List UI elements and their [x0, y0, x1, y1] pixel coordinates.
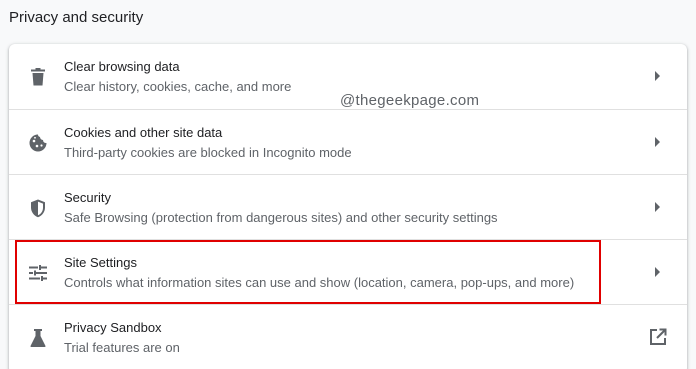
- trash-icon: [27, 66, 49, 88]
- row-label: Cookies and other site data: [64, 125, 223, 140]
- site-settings-row[interactable]: Site Settings Controls what information …: [9, 239, 687, 304]
- sliders-icon: [27, 262, 49, 284]
- row-label: Privacy Sandbox: [64, 320, 162, 335]
- shield-icon: [27, 197, 49, 219]
- chevron-right-icon: [652, 136, 664, 148]
- cookies-row[interactable]: Cookies and other site data Third-party …: [9, 109, 687, 174]
- row-label: Site Settings: [64, 255, 137, 270]
- security-row[interactable]: Security Safe Browsing (protection from …: [9, 174, 687, 239]
- row-label: Security: [64, 190, 111, 205]
- row-description: Controls what information sites can use …: [64, 275, 575, 290]
- chevron-right-icon: [652, 266, 664, 278]
- privacy-sandbox-row[interactable]: Privacy Sandbox Trial features are on: [9, 304, 687, 369]
- chevron-right-icon: [652, 201, 664, 213]
- section-title: Privacy and security: [9, 9, 144, 26]
- row-label: Clear browsing data: [64, 59, 180, 74]
- chevron-right-icon: [652, 70, 664, 82]
- watermark-text: @thegeekpage.com: [340, 92, 480, 109]
- cookie-icon: [27, 132, 49, 154]
- row-description: Trial features are on: [64, 340, 180, 355]
- row-description: Clear history, cookies, cache, and more: [64, 79, 292, 94]
- row-description: Safe Browsing (protection from dangerous…: [64, 210, 498, 225]
- open-in-new-icon[interactable]: [649, 328, 667, 346]
- flask-icon: [27, 327, 49, 349]
- row-description: Third-party cookies are blocked in Incog…: [64, 145, 352, 160]
